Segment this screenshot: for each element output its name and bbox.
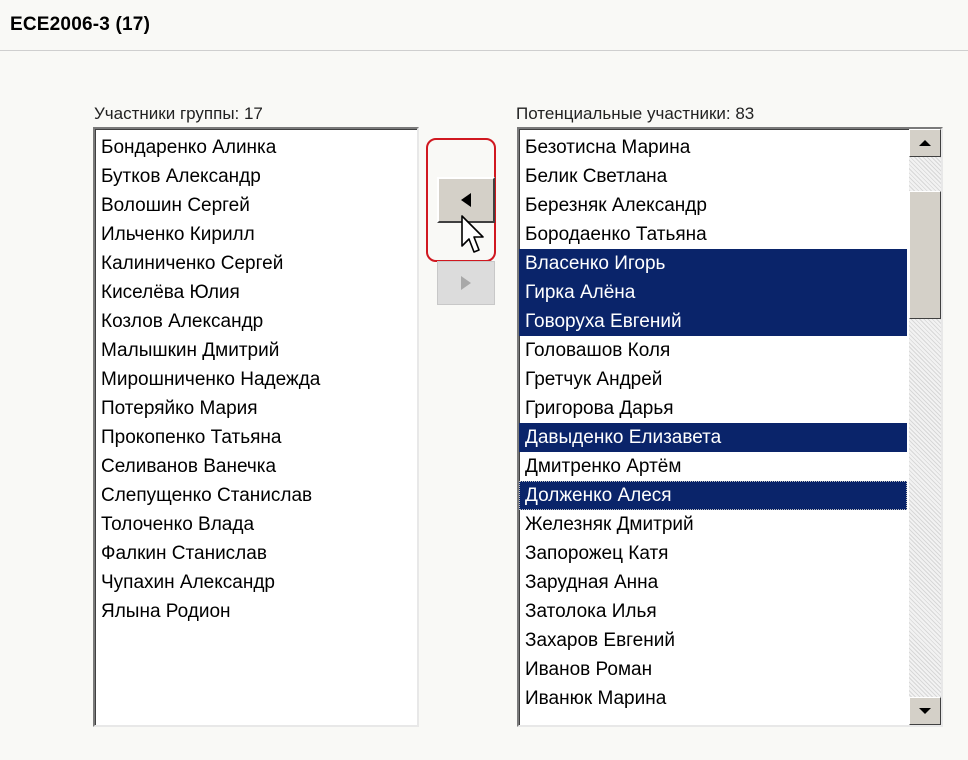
candidate-list-item[interactable]: Зарудная Анна bbox=[519, 568, 907, 597]
scroll-thumb[interactable] bbox=[909, 191, 941, 319]
candidate-list-item[interactable]: Иванов Роман bbox=[519, 655, 907, 684]
member-list-item[interactable]: Волошин Сергей bbox=[95, 191, 417, 220]
candidates-scrollbar[interactable] bbox=[909, 129, 941, 725]
member-list-item[interactable]: Киселёва Юлия bbox=[95, 278, 417, 307]
candidates-listbox[interactable]: Безотисна Марина Белик Светлана Березняк А… bbox=[517, 127, 943, 727]
candidates-list: Безотисна Марина Белик Светлана Березняк А… bbox=[519, 129, 907, 713]
members-list: Бондаренко Алинка Бутков Александр Волошин… bbox=[95, 129, 417, 626]
candidate-list-item[interactable]: Власенко Игорь bbox=[519, 249, 907, 278]
member-list-item[interactable]: Чупахин Александр bbox=[95, 568, 417, 597]
triangle-right-icon bbox=[461, 276, 471, 290]
candidate-list-item[interactable]: Головашов Коля bbox=[519, 336, 907, 365]
member-list-item[interactable]: Ильченко Кирилл bbox=[95, 220, 417, 249]
candidate-list-item[interactable]: Безотисна Марина bbox=[519, 133, 907, 162]
candidate-list-item[interactable]: Гретчук Андрей bbox=[519, 365, 907, 394]
member-list-item[interactable]: Бондаренко Алинка bbox=[95, 133, 417, 162]
member-list-item[interactable]: Бутков Александр bbox=[95, 162, 417, 191]
member-list-item[interactable]: Козлов Александр bbox=[95, 307, 417, 336]
triangle-left-icon bbox=[461, 193, 471, 207]
candidate-list-item[interactable]: Железняк Дмитрий bbox=[519, 510, 907, 539]
mouse-cursor-icon bbox=[461, 215, 484, 253]
candidate-list-item[interactable]: Гирка Алёна bbox=[519, 278, 907, 307]
candidate-list-item[interactable]: Говоруха Евгений bbox=[519, 307, 907, 336]
member-list-item[interactable]: Ялына Родион bbox=[95, 597, 417, 626]
member-list-item[interactable]: Слепущенко Станислав bbox=[95, 481, 417, 510]
member-list-item[interactable]: Мирошниченко Надежда bbox=[95, 365, 417, 394]
members-caption: Участники группы: 17 bbox=[94, 104, 263, 123]
candidate-list-item[interactable]: Березняк Александр bbox=[519, 191, 907, 220]
candidate-list-item[interactable]: Дмитренко Артём bbox=[519, 452, 907, 481]
page-title: ECE2006-3 (17) bbox=[10, 14, 151, 35]
candidate-list-item[interactable]: Запорожец Катя bbox=[519, 539, 907, 568]
member-list-item[interactable]: Толоченко Влада bbox=[95, 510, 417, 539]
candidate-list-item[interactable]: Давыденко Елизавета bbox=[519, 423, 907, 452]
member-list-item[interactable]: Потеряйко Мария bbox=[95, 394, 417, 423]
member-list-item[interactable]: Малышкин Дмитрий bbox=[95, 336, 417, 365]
candidate-list-item[interactable]: Иванюк Марина bbox=[519, 684, 907, 713]
scroll-up-button[interactable] bbox=[909, 129, 941, 157]
candidate-list-item[interactable]: Бородаенко Татьяна bbox=[519, 220, 907, 249]
candidates-caption: Потенциальные участники: 83 bbox=[516, 104, 755, 123]
candidate-list-item[interactable]: Белик Светлана bbox=[519, 162, 907, 191]
candidate-list-item[interactable]: Долженко Алеся bbox=[519, 481, 907, 510]
scroll-down-button[interactable] bbox=[909, 697, 941, 725]
member-list-item[interactable]: Селиванов Ванечка bbox=[95, 452, 417, 481]
remove-from-group-button[interactable] bbox=[437, 261, 495, 305]
members-listbox[interactable]: Бондаренко Алинка Бутков Александр Волошин… bbox=[93, 127, 419, 727]
member-list-item[interactable]: Прокопенко Татьяна bbox=[95, 423, 417, 452]
arrow-down-icon bbox=[919, 708, 931, 714]
candidate-list-item[interactable]: Затолока Илья bbox=[519, 597, 907, 626]
member-list-item[interactable]: Калиниченко Сергей bbox=[95, 249, 417, 278]
arrow-up-icon bbox=[919, 140, 931, 146]
candidate-list-item[interactable]: Захаров Евгений bbox=[519, 626, 907, 655]
title-divider bbox=[0, 50, 968, 51]
candidate-list-item[interactable]: Григорова Дарья bbox=[519, 394, 907, 423]
member-list-item[interactable]: Фалкин Станислав bbox=[95, 539, 417, 568]
